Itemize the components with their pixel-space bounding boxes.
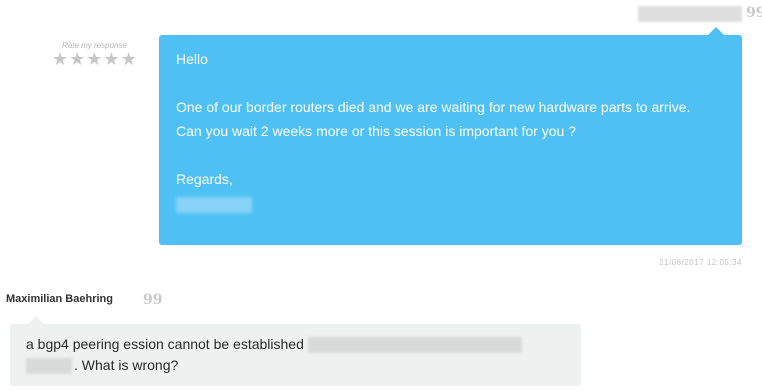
customer-name: Maximilian Baehring	[6, 293, 113, 305]
message-timestamp: 21/08/2017 12:05:34	[659, 258, 742, 267]
star-icon[interactable]: ★	[121, 51, 137, 69]
signature-redacted	[176, 197, 252, 213]
redacted-text	[26, 358, 72, 375]
star-icon[interactable]: ★	[86, 51, 102, 69]
message-text: a bgp4 peering ession cannot be establis…	[26, 336, 304, 352]
message-body-line: One of our border routers died and we ar…	[176, 99, 691, 115]
quote-icon[interactable]: 99	[746, 6, 762, 20]
star-icon[interactable]: ★	[52, 51, 68, 69]
quote-icon[interactable]: 99	[143, 293, 162, 307]
message-closing: Regards,	[176, 171, 233, 187]
star-icon[interactable]: ★	[103, 51, 119, 69]
message-text: . What is wrong?	[74, 357, 179, 373]
ticket-conversation: 99 Rate my response ★ ★ ★ ★ ★ Hello One …	[0, 0, 762, 391]
message-greeting: Hello	[176, 51, 208, 67]
message-body-line: Can you wait 2 weeks more or this sessio…	[176, 123, 576, 139]
agent-name-redacted	[638, 6, 742, 22]
agent-message-bubble: Hello One of our border routers died and…	[159, 27, 742, 245]
rating-stars[interactable]: ★ ★ ★ ★ ★	[52, 51, 137, 69]
customer-message-bubble: a bgp4 peering ession cannot be establis…	[10, 316, 581, 386]
redacted-text	[307, 337, 522, 354]
star-icon[interactable]: ★	[69, 51, 85, 69]
